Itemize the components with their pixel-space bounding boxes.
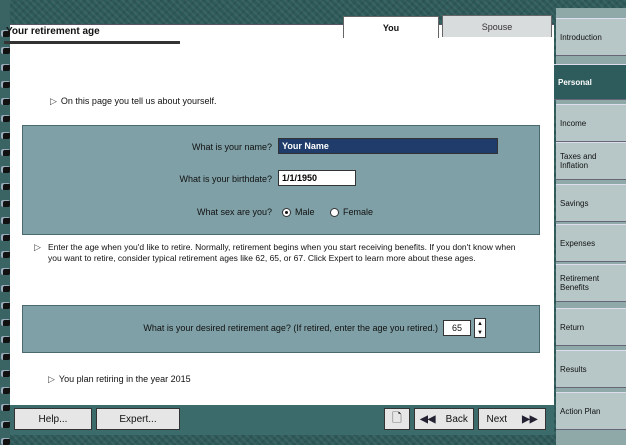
- name-label: What is your name?: [191, 142, 272, 152]
- retirement-age-input[interactable]: 65: [443, 320, 471, 336]
- binding-ring: [1, 81, 10, 88]
- radio-female-label: Female: [343, 207, 374, 217]
- back-arrow-icon: ◀◀: [420, 413, 436, 425]
- binding-ring: [1, 251, 10, 258]
- binding-ring: [1, 370, 10, 377]
- nav-item-savings[interactable]: Savings: [556, 184, 626, 222]
- page-title: Your retirement age: [6, 26, 100, 37]
- expert-button[interactable]: Expert...: [96, 408, 180, 430]
- binding-ring: [1, 200, 10, 207]
- spinner-down-icon[interactable]: ▼: [477, 330, 483, 336]
- radio-female[interactable]: Female: [330, 207, 373, 217]
- retirement-year-text: You plan retiring in the year 2015: [58, 374, 191, 384]
- bullet-icon: ▷: [50, 96, 57, 106]
- help-button[interactable]: Help...: [14, 408, 92, 430]
- tab-you[interactable]: You: [343, 16, 439, 38]
- radio-male-label: Male: [295, 207, 315, 217]
- nav-item-action-plan[interactable]: Action Plan: [556, 392, 626, 430]
- nav-item-personal[interactable]: Personal: [554, 64, 626, 100]
- binding-ring: [1, 319, 10, 326]
- binding-ring: [1, 404, 10, 411]
- spiral-binding: [0, 0, 10, 445]
- binding-ring: [1, 438, 10, 445]
- binding-ring: [1, 285, 10, 292]
- radio-selected-icon: [282, 207, 291, 217]
- nav-item-retirement-benefits[interactable]: Retirement Benefits: [556, 264, 626, 302]
- binding-ring: [1, 98, 10, 105]
- back-button[interactable]: ◀◀ Back: [414, 408, 474, 430]
- binding-ring: [1, 421, 10, 428]
- name-field[interactable]: [278, 138, 498, 154]
- retirement-age-label: What is your desired retirement age? (If…: [143, 323, 438, 333]
- bullet-icon: ▷: [48, 374, 55, 384]
- binding-ring: [1, 132, 10, 139]
- age-spinner[interactable]: ▲ ▼: [474, 318, 486, 338]
- title-underline: [4, 41, 180, 44]
- nav-item-results[interactable]: Results: [556, 350, 626, 388]
- bullet-icon: ▷: [34, 242, 41, 252]
- next-arrow-icon: ▶▶: [522, 413, 538, 425]
- nav-item-return[interactable]: Return: [556, 308, 626, 346]
- binding-ring: [1, 353, 10, 360]
- tab-spouse[interactable]: Spouse: [442, 15, 552, 37]
- next-button[interactable]: Next ▶▶: [478, 408, 546, 430]
- binding-ring: [1, 47, 10, 54]
- binding-ring: [1, 302, 10, 309]
- radio-male[interactable]: Male: [282, 207, 315, 217]
- document-icon[interactable]: 🗋: [384, 408, 410, 430]
- radio-unselected-icon: [330, 207, 339, 217]
- sex-label: What sex are you?: [196, 207, 272, 217]
- intro-label: On this page you tell us about yourself.: [60, 96, 217, 106]
- nav-item-income[interactable]: Income: [556, 104, 626, 142]
- binding-ring: [1, 336, 10, 343]
- intro-text: ▷ On this page you tell us about yourself…: [50, 96, 217, 107]
- birthdate-label: What is your birthdate?: [179, 174, 272, 184]
- nav-item-taxes-and-inflation[interactable]: Taxes and Inflation: [556, 142, 626, 180]
- binding-ring: [1, 149, 10, 156]
- binding-ring: [1, 183, 10, 190]
- binding-ring: [1, 234, 10, 241]
- binding-ring: [1, 387, 10, 394]
- birthdate-field[interactable]: [278, 170, 356, 186]
- binding-ring: [1, 217, 10, 224]
- binding-ring: [1, 64, 10, 71]
- nav-item-introduction[interactable]: Introduction: [556, 18, 626, 56]
- nav-item-expenses[interactable]: Expenses: [556, 224, 626, 262]
- binding-ring: [1, 166, 10, 173]
- next-label: Next: [486, 413, 508, 425]
- back-label: Back: [445, 413, 468, 425]
- instructions-text: Enter the age when you'd like to retire.…: [48, 242, 516, 263]
- spinner-up-icon[interactable]: ▲: [477, 321, 483, 327]
- binding-ring: [1, 268, 10, 275]
- retirement-year-note: ▷ You plan retiring in the year 2015: [48, 374, 191, 385]
- binding-ring: [1, 115, 10, 122]
